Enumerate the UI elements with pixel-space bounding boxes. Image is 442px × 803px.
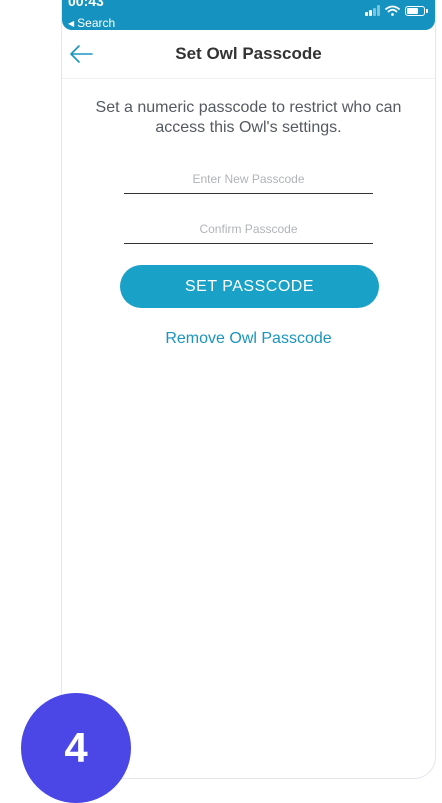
system-icons [365,5,428,16]
status-bar: 00:43 ◀ Search [62,0,435,30]
page-title: Set Owl Passcode [175,44,322,63]
status-time: 00:43 [68,0,104,9]
step-number-badge: 4 [21,693,131,803]
confirm-passcode-input[interactable] [124,214,373,244]
passcode-description: Set a numeric passcode to restrict who c… [95,99,402,136]
navigation-bar: Set Owl Passcode [62,30,435,79]
signal-icon [365,5,380,16]
back-to-search-label: Search [77,16,116,30]
remove-passcode-link[interactable]: Remove Owl Passcode [62,330,435,348]
set-passcode-button[interactable]: SET PASSCODE [120,265,379,308]
back-to-search-link[interactable]: ◀ Search [68,16,115,30]
wifi-icon [385,5,400,16]
battery-icon [405,6,428,16]
new-passcode-input[interactable] [124,164,373,194]
phone-screen: 00:43 ◀ Search Set Owl Passcode Set a nu… [61,0,436,779]
back-triangle-icon: ◀ [68,18,75,28]
